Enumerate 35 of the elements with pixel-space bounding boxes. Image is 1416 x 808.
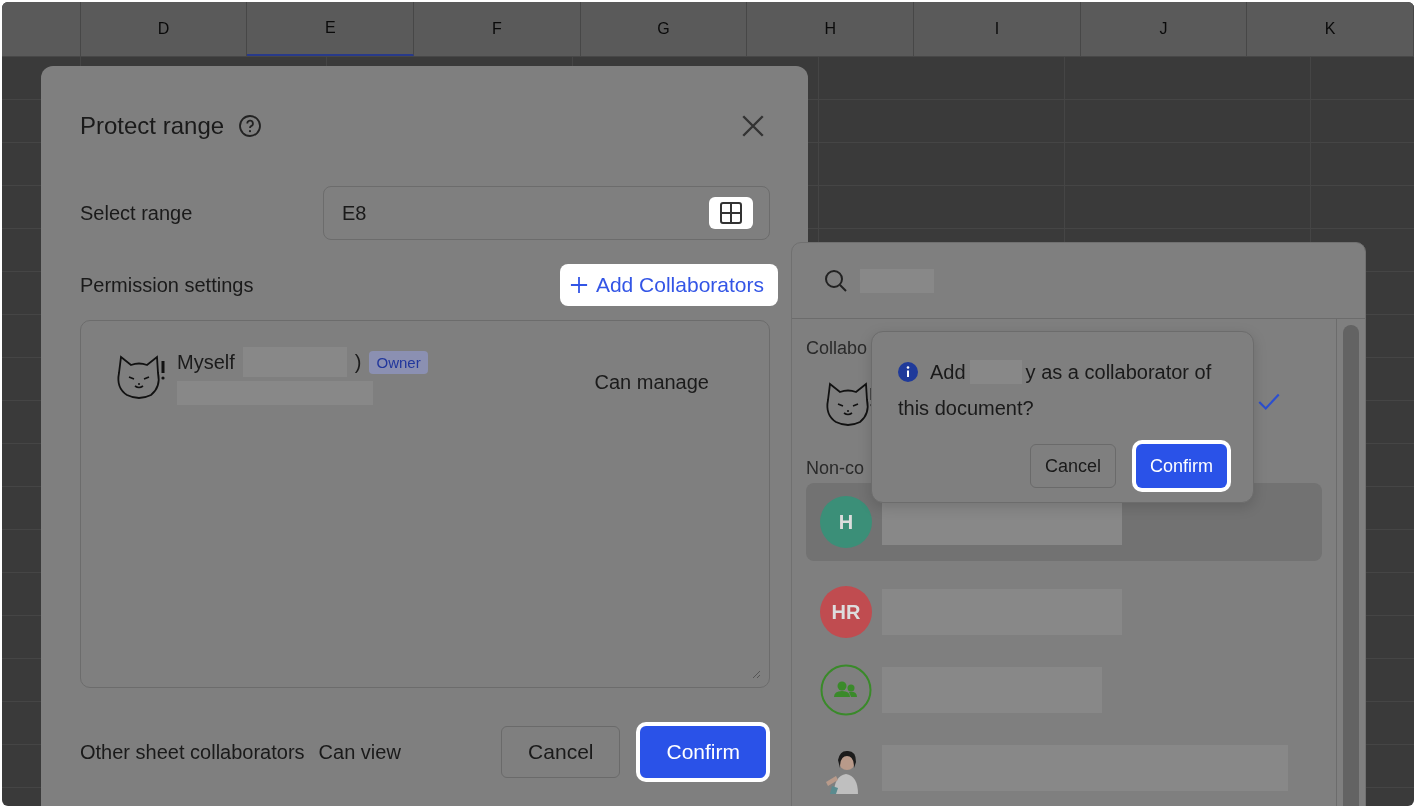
- add-collaborators-button[interactable]: Add Collaborators: [559, 264, 778, 306]
- column-header[interactable]: G: [580, 2, 748, 56]
- section-label: Permission settings: [80, 273, 254, 297]
- column-header[interactable]: F: [414, 2, 581, 56]
- owner-badge: Owner: [369, 350, 428, 374]
- footer-permission: Can view: [318, 740, 401, 764]
- footer-label: Other sheet collaborators: [80, 740, 305, 764]
- help-icon[interactable]: [238, 114, 263, 138]
- column-header[interactable]: H: [747, 2, 915, 56]
- initials-avatar: HR: [820, 586, 872, 638]
- search-icon: [824, 268, 848, 293]
- plus-icon: [569, 276, 588, 294]
- info-icon: [898, 362, 918, 382]
- column-header[interactable]: E: [247, 2, 415, 56]
- range-input-field[interactable]: E8: [323, 186, 770, 240]
- member-name: Myself: [177, 350, 235, 374]
- field-label: Select range: [80, 201, 194, 225]
- cancel-button[interactable]: Cancel: [1029, 444, 1116, 488]
- group-avatar-icon: [820, 664, 872, 716]
- table-grid-icon[interactable]: [709, 197, 753, 229]
- cancel-button[interactable]: Cancel: [501, 726, 621, 778]
- name-paren: ): [354, 350, 362, 374]
- resize-handle-icon[interactable]: [751, 669, 761, 679]
- column-header[interactable]: J: [1080, 2, 1248, 56]
- section-heading: Non-co: [806, 456, 865, 480]
- column-header[interactable]: K: [1247, 2, 1414, 56]
- initials-avatar: H: [820, 496, 872, 548]
- scrollbar-thumb[interactable]: [1343, 325, 1359, 806]
- close-icon[interactable]: [740, 113, 766, 139]
- permission-label: Can manage: [594, 371, 709, 394]
- column-header[interactable]: I: [914, 2, 1081, 56]
- popover-message: Add y as a collaborator of this document?: [898, 359, 1213, 421]
- section-heading: Collabo: [806, 336, 868, 360]
- column-header[interactable]: D: [80, 2, 248, 56]
- dialog-title: Protect range: [80, 112, 225, 140]
